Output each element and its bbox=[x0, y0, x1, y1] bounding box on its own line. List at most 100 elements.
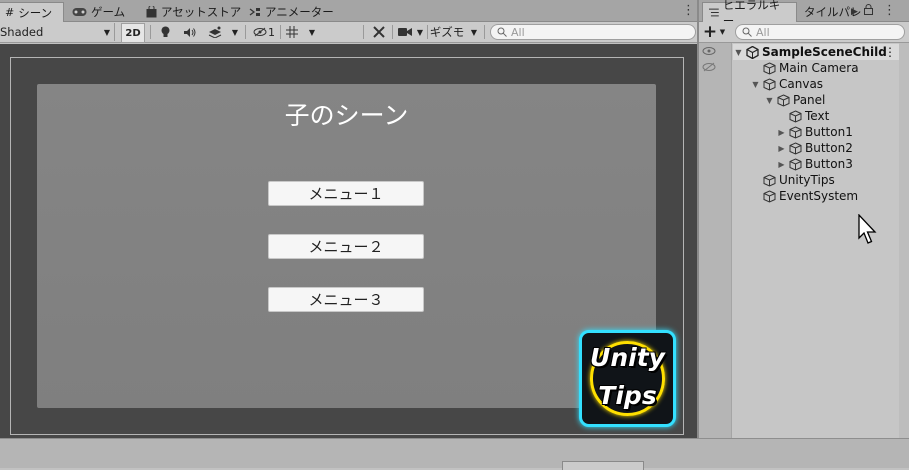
scene-search-input[interactable]: All bbox=[490, 24, 696, 40]
gameobject-cube-icon bbox=[763, 189, 776, 203]
hierarchy-visibility-gutter bbox=[699, 43, 732, 438]
hierarchy-item-unitytips[interactable]: UnityTips bbox=[751, 172, 835, 188]
tab-hierarchy[interactable]: ヒエラルキー bbox=[702, 0, 797, 28]
animator-icon bbox=[249, 8, 260, 16]
toolbar-separator bbox=[245, 25, 246, 39]
2d-toggle[interactable]: 2D bbox=[121, 23, 145, 43]
gameobject-cube-icon bbox=[777, 93, 790, 107]
hierarchy-item-text[interactable]: Text bbox=[777, 108, 829, 124]
eye-slash-icon[interactable] bbox=[702, 62, 716, 72]
toolbar-separator bbox=[363, 25, 364, 39]
tab-scene[interactable]: # シーン bbox=[0, 2, 64, 22]
tab-asset-store[interactable]: アセットストア bbox=[140, 2, 247, 22]
bottom-panel-strip bbox=[0, 438, 909, 470]
chevron-down-icon: ▼ bbox=[719, 28, 726, 36]
speaker-icon bbox=[183, 27, 195, 37]
shopping-bag-icon bbox=[146, 6, 157, 18]
logo-word-tips: Tips bbox=[598, 381, 657, 410]
tools-button[interactable] bbox=[370, 23, 388, 41]
chevron-down-icon: ▼ bbox=[470, 27, 478, 37]
grid-dropdown[interactable]: ▼ bbox=[305, 23, 319, 41]
hierarchy-item-button3[interactable]: ▶ Button3 bbox=[777, 156, 852, 172]
scene-toolbar: Shaded ▼ 2D ▼ 1 ▼ ▼ ギズモ ▼ All bbox=[0, 22, 697, 43]
effects-dropdown[interactable]: ▼ bbox=[228, 23, 242, 41]
bottom-tab-active[interactable] bbox=[562, 461, 644, 470]
chevron-down-icon: ▼ bbox=[308, 27, 316, 37]
tab-scroll-right[interactable]: ▶ bbox=[851, 4, 858, 20]
effects-toggle[interactable] bbox=[205, 23, 225, 41]
list-icon bbox=[709, 8, 719, 17]
gamepad-icon bbox=[72, 8, 87, 16]
gizmos-button[interactable]: ギズモ bbox=[429, 23, 465, 41]
unity-scene-icon bbox=[746, 45, 759, 59]
add-object-dropdown[interactable]: ▼ bbox=[718, 23, 727, 41]
toolbar-separator bbox=[484, 25, 485, 39]
gameobject-cube-icon bbox=[763, 61, 776, 75]
hierarchy-item-main-camera[interactable]: Main Camera bbox=[751, 60, 859, 76]
audio-toggle[interactable] bbox=[180, 23, 198, 41]
effects-icon bbox=[208, 26, 221, 38]
gameobject-cube-icon bbox=[789, 109, 802, 123]
scene-tab-bar: # シーン ゲーム アセットストア アニメーター ⋮ bbox=[0, 0, 697, 22]
camera-dropdown[interactable]: ▼ bbox=[414, 23, 426, 41]
hierarchy-scrollbar[interactable] bbox=[899, 43, 909, 438]
search-icon bbox=[497, 27, 507, 37]
mouse-cursor-icon bbox=[858, 214, 877, 244]
chevron-down-icon: ▼ bbox=[103, 27, 110, 37]
eye-icon[interactable] bbox=[702, 46, 716, 56]
lock-button[interactable] bbox=[864, 4, 873, 20]
hierarchy-more-menu[interactable]: ⋮ bbox=[883, 3, 896, 19]
hierarchy-item-button2[interactable]: ▶ Button2 bbox=[777, 140, 852, 156]
unity-tips-logo: Unity Tips bbox=[579, 330, 676, 427]
hierarchy-item-button1[interactable]: ▶ Button1 bbox=[777, 124, 852, 140]
hierarchy-item-canvas[interactable]: ▼ Canvas bbox=[751, 76, 823, 92]
collapse-arrow-icon[interactable]: ▶ bbox=[777, 144, 786, 153]
collapse-arrow-icon[interactable]: ▶ bbox=[777, 160, 786, 169]
shading-mode-dropdown[interactable]: Shaded ▼ bbox=[0, 23, 115, 41]
scene-visibility-toggle[interactable]: 1 bbox=[250, 23, 278, 41]
hierarchy-item-panel[interactable]: ▼ Panel bbox=[765, 92, 825, 108]
hierarchy-search-input[interactable]: All bbox=[735, 24, 905, 40]
gameobject-cube-icon bbox=[763, 173, 776, 187]
add-object-button[interactable]: + bbox=[703, 22, 717, 42]
expand-arrow-icon[interactable]: ▼ bbox=[765, 96, 774, 105]
menu-button-3[interactable]: メニュー３ bbox=[268, 287, 424, 312]
hierarchy-tab-bar: ヒエラルキー タイルパレ ▶ ⋮ bbox=[699, 0, 909, 28]
tools-icon bbox=[373, 26, 385, 38]
hierarchy-item-eventsystem[interactable]: EventSystem bbox=[751, 188, 858, 204]
gameobject-cube-icon bbox=[789, 141, 802, 155]
menu-button-2[interactable]: メニュー２ bbox=[268, 234, 424, 259]
expand-arrow-icon[interactable]: ▼ bbox=[734, 48, 743, 57]
tab-animator[interactable]: アニメーター bbox=[243, 2, 340, 22]
toolbar-separator bbox=[392, 25, 393, 39]
search-icon bbox=[742, 27, 752, 37]
gameobject-cube-icon bbox=[789, 125, 802, 139]
hierarchy-toolbar: + ▼ All bbox=[699, 22, 909, 43]
scene-more-menu[interactable]: ⋮ bbox=[682, 3, 695, 19]
gizmos-dropdown[interactable]: ▼ bbox=[467, 23, 481, 41]
toolbar-separator bbox=[280, 25, 281, 39]
chevron-down-icon: ▼ bbox=[231, 27, 239, 37]
logo-word-unity: Unity bbox=[590, 343, 665, 372]
gameobject-cube-icon bbox=[763, 77, 776, 91]
chevron-right-icon: ▶ bbox=[851, 7, 858, 17]
grid-toggle[interactable] bbox=[284, 23, 300, 41]
chevron-down-icon: ▼ bbox=[416, 27, 424, 37]
grid-icon: # bbox=[5, 6, 15, 19]
lock-icon bbox=[864, 4, 873, 15]
camera-button[interactable] bbox=[396, 23, 414, 41]
scene-title-text: 子のシーン bbox=[284, 101, 409, 130]
collapse-arrow-icon[interactable]: ▶ bbox=[777, 128, 786, 137]
lightbulb-icon bbox=[161, 26, 169, 37]
toolbar-separator bbox=[427, 25, 428, 39]
video-camera-icon bbox=[398, 28, 412, 36]
toolbar-separator bbox=[150, 25, 151, 39]
grid-icon bbox=[286, 26, 298, 38]
eye-slash-icon bbox=[253, 27, 267, 37]
lighting-toggle[interactable] bbox=[156, 23, 174, 41]
expand-arrow-icon[interactable]: ▼ bbox=[751, 80, 760, 89]
hierarchy-scene-row[interactable]: ▼ SampleSceneChild ⋮ bbox=[733, 44, 899, 60]
scene-more-icon[interactable]: ⋮ bbox=[884, 45, 896, 59]
tab-game[interactable]: ゲーム bbox=[66, 2, 131, 22]
menu-button-1[interactable]: メニュー１ bbox=[268, 181, 424, 206]
